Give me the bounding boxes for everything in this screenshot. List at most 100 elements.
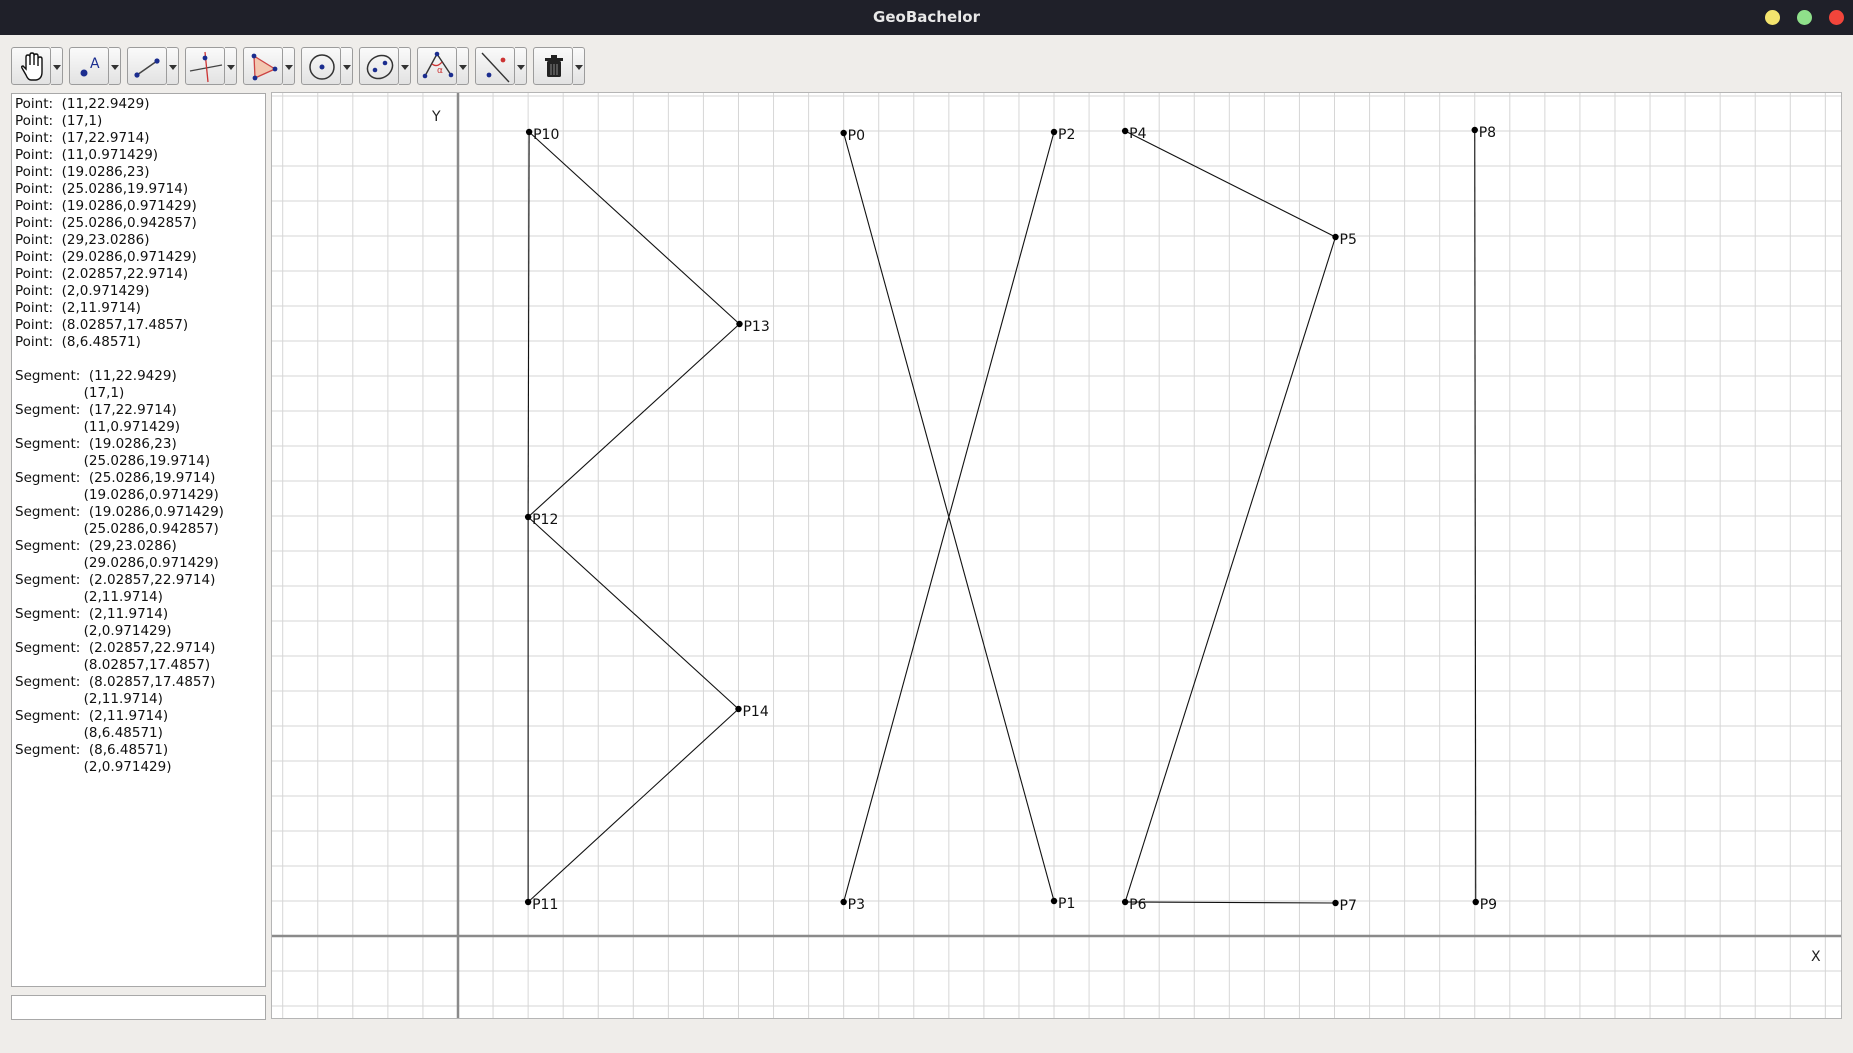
segment-P6-P7[interactable] — [1125, 901, 1336, 904]
algebra-point-entry[interactable]: Point: (17,1) — [15, 113, 265, 130]
hand-icon — [20, 52, 43, 81]
segment-tool[interactable] — [127, 47, 167, 85]
point-P2[interactable] — [1050, 128, 1058, 136]
polygon-icon — [251, 53, 278, 81]
ellipse-tool[interactable] — [359, 47, 399, 85]
close-button[interactable] — [1829, 10, 1844, 25]
angle-tool[interactable]: α — [417, 47, 457, 85]
algebra-point-entry[interactable]: Point: (29,23.0286) — [15, 232, 265, 249]
point-P4[interactable] — [1121, 127, 1129, 135]
algebra-line[interactable]: (2,11.9714) — [15, 589, 265, 606]
algebra-segment-entry[interactable]: Segment: (17,22.9714) — [15, 402, 265, 419]
algebra-segment-entry[interactable]: Segment: (19.0286,0.971429) — [15, 504, 265, 521]
polygon-tool[interactable] — [243, 47, 283, 85]
segment-tool-dropdown[interactable] — [167, 47, 179, 85]
segment-P4-P5[interactable] — [1124, 130, 1336, 238]
point-label-P10: P10 — [533, 127, 559, 143]
polygon-tool-dropdown[interactable] — [283, 47, 295, 85]
move-tool[interactable] — [11, 47, 51, 85]
point-label-P12: P12 — [532, 512, 558, 528]
algebra-line[interactable]: (2,0.971429) — [15, 623, 265, 640]
reflect-tool-dropdown[interactable] — [515, 47, 527, 85]
segment-P13-P12[interactable] — [527, 323, 740, 518]
algebra-line[interactable]: (8.02857,17.4857) — [15, 657, 265, 674]
algebra-line[interactable]: (29.0286,0.971429) — [15, 555, 265, 572]
point-P8[interactable] — [1471, 126, 1478, 134]
point-P3[interactable] — [840, 898, 847, 906]
graphics-view[interactable]: X Y P0 P1 P2 P3 P4 P5 P6 P7 P8 P9 P10 P11 P12 P13 P14 — [271, 92, 1842, 1019]
point-P5[interactable] — [1332, 233, 1339, 241]
algebra-segment-entry[interactable]: Segment: (2,11.9714) — [15, 606, 265, 623]
point-P7[interactable] — [1332, 899, 1339, 907]
ellipse-tool-dropdown[interactable] — [399, 47, 411, 85]
delete-tool-dropdown[interactable] — [573, 47, 585, 85]
algebra-segment-entry[interactable]: Segment: (25.0286,19.9714) — [15, 470, 265, 487]
perpendicular-tool-dropdown[interactable] — [225, 47, 237, 85]
segment-icon — [134, 58, 160, 78]
point-tool[interactable]: A — [69, 47, 109, 85]
algebra-segment-entry[interactable]: Segment: (11,22.9429) — [15, 368, 265, 385]
minimize-button[interactable] — [1765, 10, 1780, 25]
algebra-point-entry[interactable]: Point: (25.0286,0.942857) — [15, 215, 265, 232]
point-label-P9: P9 — [1480, 897, 1497, 913]
algebra-point-entry[interactable]: Point: (25.0286,19.9714) — [15, 181, 265, 198]
algebra-line[interactable]: (8,6.48571) — [15, 725, 265, 742]
point-label-P3: P3 — [848, 897, 865, 913]
point-label-P7: P7 — [1340, 898, 1357, 914]
point-P12[interactable] — [524, 513, 532, 521]
algebra-point-entry[interactable]: Point: (11,0.971429) — [15, 147, 265, 164]
algebra-segment-entry[interactable]: Segment: (29,23.0286) — [15, 538, 265, 555]
algebra-point-entry[interactable]: Point: (17,22.9714) — [15, 130, 265, 147]
algebra-line[interactable]: (2,11.9714) — [15, 691, 265, 708]
algebra-point-entry[interactable]: Point: (2,0.971429) — [15, 283, 265, 300]
point-tool-dropdown[interactable] — [109, 47, 121, 85]
title-bar: GeoBachelor — [0, 0, 1853, 35]
algebra-line[interactable]: (25.0286,19.9714) — [15, 453, 265, 470]
point-P14[interactable] — [735, 705, 742, 713]
algebra-point-entry[interactable]: Point: (8,6.48571) — [15, 334, 265, 351]
algebra-segment-entry[interactable]: Segment: (2.02857,22.9714) — [15, 572, 265, 589]
graphics-canvas[interactable]: X Y P0 P1 P2 P3 P4 P5 P6 P7 P8 P9 P10 P11 P12 P13 P14 — [272, 93, 1841, 1018]
algebra-segment-entry[interactable]: Segment: (8,6.48571) — [15, 742, 265, 759]
algebra-segment-entry[interactable]: Segment: (2.02857,22.9714) — [15, 640, 265, 657]
algebra-point-entry[interactable]: Point: (2,11.9714) — [15, 300, 265, 317]
segment-P5-P6[interactable] — [1124, 236, 1337, 903]
svg-text:α: α — [437, 66, 443, 76]
algebra-view: Point: (11,22.9429) Point: (17,1) Point: (… — [11, 93, 266, 987]
algebra-point-entry[interactable]: Point: (19.0286,23) — [15, 164, 265, 181]
move-tool-dropdown[interactable] — [51, 47, 63, 85]
point-P6[interactable] — [1121, 898, 1129, 906]
reflect-tool[interactable] — [475, 47, 515, 85]
point-P13[interactable] — [736, 320, 743, 328]
input-bar[interactable] — [11, 995, 266, 1020]
algebra-line[interactable]: (17,1) — [15, 385, 265, 402]
algebra-line[interactable]: (19.0286,0.971429) — [15, 487, 265, 504]
segment-P10-P13[interactable] — [528, 131, 740, 325]
point-P0[interactable] — [840, 129, 847, 137]
point-P1[interactable] — [1050, 897, 1058, 905]
toolbar: A α — [0, 35, 1853, 93]
algebra-line[interactable]: (25.0286,0.942857) — [15, 521, 265, 538]
angle-tool-dropdown[interactable] — [457, 47, 469, 85]
algebra-segment-entry[interactable]: Segment: (19.0286,23) — [15, 436, 265, 453]
perpendicular-tool[interactable] — [185, 47, 225, 85]
point-label-P8: P8 — [1479, 125, 1496, 141]
point-label-icon: A — [80, 56, 100, 77]
algebra-segment-entry[interactable]: Segment: (8.02857,17.4857) — [15, 674, 265, 691]
algebra-point-entry[interactable]: Point: (8.02857,17.4857) — [15, 317, 265, 334]
delete-tool[interactable] — [533, 47, 573, 85]
point-P10[interactable] — [525, 128, 533, 136]
algebra-line[interactable]: (11,0.971429) — [15, 419, 265, 436]
circle-tool[interactable] — [301, 47, 341, 85]
point-P11[interactable] — [524, 898, 532, 906]
circle-tool-dropdown[interactable] — [341, 47, 353, 85]
algebra-segment-entry[interactable]: Segment: (2,11.9714) — [15, 708, 265, 725]
maximize-button[interactable] — [1797, 10, 1812, 25]
algebra-point-entry[interactable]: Point: (29.0286,0.971429) — [15, 249, 265, 266]
algebra-point-entry[interactable]: Point: (2.02857,22.9714) — [15, 266, 265, 283]
algebra-point-entry[interactable]: Point: (19.0286,0.971429) — [15, 198, 265, 215]
trash-icon — [545, 55, 563, 77]
point-P9[interactable] — [1472, 898, 1479, 906]
algebra-line[interactable]: (2,0.971429) — [15, 759, 265, 776]
algebra-point-entry[interactable]: Point: (11,22.9429) — [15, 96, 265, 113]
